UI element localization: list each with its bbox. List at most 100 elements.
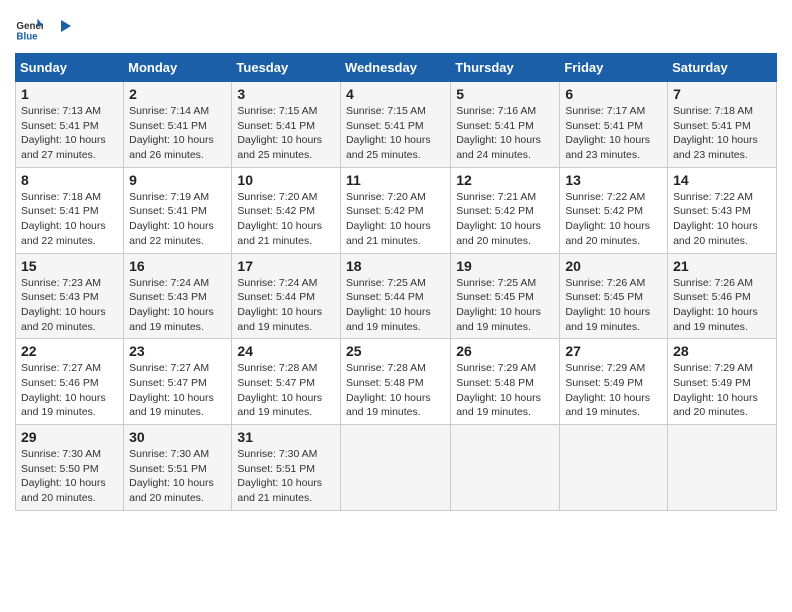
calendar-cell: 31 Sunrise: 7:30 AM Sunset: 5:51 PM Dayl… <box>232 425 341 511</box>
calendar-cell: 4 Sunrise: 7:15 AM Sunset: 5:41 PM Dayli… <box>340 82 450 168</box>
day-info: Sunrise: 7:27 AM Sunset: 5:47 PM Dayligh… <box>129 361 226 420</box>
day-info: Sunrise: 7:27 AM Sunset: 5:46 PM Dayligh… <box>21 361 118 420</box>
day-info: Sunrise: 7:24 AM Sunset: 5:44 PM Dayligh… <box>237 276 335 335</box>
calendar-cell: 20 Sunrise: 7:26 AM Sunset: 5:45 PM Dayl… <box>560 253 668 339</box>
page-header: General Blue <box>15 15 777 43</box>
calendar-cell: 23 Sunrise: 7:27 AM Sunset: 5:47 PM Dayl… <box>124 339 232 425</box>
day-info: Sunrise: 7:18 AM Sunset: 5:41 PM Dayligh… <box>673 104 771 163</box>
day-number: 19 <box>456 258 554 274</box>
calendar-cell: 1 Sunrise: 7:13 AM Sunset: 5:41 PM Dayli… <box>16 82 124 168</box>
calendar-cell: 13 Sunrise: 7:22 AM Sunset: 5:42 PM Dayl… <box>560 167 668 253</box>
day-number: 30 <box>129 429 226 445</box>
day-number: 25 <box>346 343 445 359</box>
day-number: 13 <box>565 172 662 188</box>
svg-text:Blue: Blue <box>16 32 38 43</box>
day-info: Sunrise: 7:24 AM Sunset: 5:43 PM Dayligh… <box>129 276 226 335</box>
weekday-header-row: SundayMondayTuesdayWednesdayThursdayFrid… <box>16 54 777 82</box>
day-info: Sunrise: 7:29 AM Sunset: 5:48 PM Dayligh… <box>456 361 554 420</box>
day-number: 4 <box>346 86 445 102</box>
weekday-header-thursday: Thursday <box>451 54 560 82</box>
day-number: 2 <box>129 86 226 102</box>
calendar-table: SundayMondayTuesdayWednesdayThursdayFrid… <box>15 53 777 511</box>
day-number: 15 <box>21 258 118 274</box>
day-number: 26 <box>456 343 554 359</box>
day-info: Sunrise: 7:17 AM Sunset: 5:41 PM Dayligh… <box>565 104 662 163</box>
day-info: Sunrise: 7:30 AM Sunset: 5:51 PM Dayligh… <box>237 447 335 506</box>
day-number: 5 <box>456 86 554 102</box>
day-info: Sunrise: 7:22 AM Sunset: 5:43 PM Dayligh… <box>673 190 771 249</box>
calendar-cell: 5 Sunrise: 7:16 AM Sunset: 5:41 PM Dayli… <box>451 82 560 168</box>
logo-flag-icon <box>49 18 71 40</box>
weekday-header-monday: Monday <box>124 54 232 82</box>
calendar-cell: 16 Sunrise: 7:24 AM Sunset: 5:43 PM Dayl… <box>124 253 232 339</box>
calendar-week-2: 8 Sunrise: 7:18 AM Sunset: 5:41 PM Dayli… <box>16 167 777 253</box>
calendar-cell: 14 Sunrise: 7:22 AM Sunset: 5:43 PM Dayl… <box>668 167 777 253</box>
calendar-cell: 27 Sunrise: 7:29 AM Sunset: 5:49 PM Dayl… <box>560 339 668 425</box>
calendar-cell: 26 Sunrise: 7:29 AM Sunset: 5:48 PM Dayl… <box>451 339 560 425</box>
day-info: Sunrise: 7:29 AM Sunset: 5:49 PM Dayligh… <box>565 361 662 420</box>
calendar-cell: 25 Sunrise: 7:28 AM Sunset: 5:48 PM Dayl… <box>340 339 450 425</box>
day-number: 14 <box>673 172 771 188</box>
day-number: 17 <box>237 258 335 274</box>
day-number: 8 <box>21 172 118 188</box>
calendar-cell: 22 Sunrise: 7:27 AM Sunset: 5:46 PM Dayl… <box>16 339 124 425</box>
calendar-cell: 28 Sunrise: 7:29 AM Sunset: 5:49 PM Dayl… <box>668 339 777 425</box>
calendar-cell: 29 Sunrise: 7:30 AM Sunset: 5:50 PM Dayl… <box>16 425 124 511</box>
calendar-week-3: 15 Sunrise: 7:23 AM Sunset: 5:43 PM Dayl… <box>16 253 777 339</box>
calendar-cell: 18 Sunrise: 7:25 AM Sunset: 5:44 PM Dayl… <box>340 253 450 339</box>
day-info: Sunrise: 7:21 AM Sunset: 5:42 PM Dayligh… <box>456 190 554 249</box>
weekday-header-sunday: Sunday <box>16 54 124 82</box>
day-number: 28 <box>673 343 771 359</box>
day-number: 7 <box>673 86 771 102</box>
day-number: 31 <box>237 429 335 445</box>
calendar-cell <box>451 425 560 511</box>
day-info: Sunrise: 7:28 AM Sunset: 5:47 PM Dayligh… <box>237 361 335 420</box>
day-number: 3 <box>237 86 335 102</box>
logo-icon: General Blue <box>15 15 43 43</box>
weekday-header-wednesday: Wednesday <box>340 54 450 82</box>
day-info: Sunrise: 7:14 AM Sunset: 5:41 PM Dayligh… <box>129 104 226 163</box>
calendar-cell <box>560 425 668 511</box>
calendar-cell: 6 Sunrise: 7:17 AM Sunset: 5:41 PM Dayli… <box>560 82 668 168</box>
calendar-week-5: 29 Sunrise: 7:30 AM Sunset: 5:50 PM Dayl… <box>16 425 777 511</box>
day-number: 21 <box>673 258 771 274</box>
day-number: 23 <box>129 343 226 359</box>
day-number: 6 <box>565 86 662 102</box>
calendar-week-4: 22 Sunrise: 7:27 AM Sunset: 5:46 PM Dayl… <box>16 339 777 425</box>
weekday-header-saturday: Saturday <box>668 54 777 82</box>
day-number: 22 <box>21 343 118 359</box>
day-number: 29 <box>21 429 118 445</box>
day-number: 16 <box>129 258 226 274</box>
calendar-cell: 19 Sunrise: 7:25 AM Sunset: 5:45 PM Dayl… <box>451 253 560 339</box>
calendar-cell: 17 Sunrise: 7:24 AM Sunset: 5:44 PM Dayl… <box>232 253 341 339</box>
day-number: 9 <box>129 172 226 188</box>
day-number: 10 <box>237 172 335 188</box>
calendar-cell: 12 Sunrise: 7:21 AM Sunset: 5:42 PM Dayl… <box>451 167 560 253</box>
calendar-cell: 11 Sunrise: 7:20 AM Sunset: 5:42 PM Dayl… <box>340 167 450 253</box>
calendar-cell: 21 Sunrise: 7:26 AM Sunset: 5:46 PM Dayl… <box>668 253 777 339</box>
calendar-cell: 9 Sunrise: 7:19 AM Sunset: 5:41 PM Dayli… <box>124 167 232 253</box>
day-info: Sunrise: 7:26 AM Sunset: 5:45 PM Dayligh… <box>565 276 662 335</box>
day-info: Sunrise: 7:26 AM Sunset: 5:46 PM Dayligh… <box>673 276 771 335</box>
day-info: Sunrise: 7:20 AM Sunset: 5:42 PM Dayligh… <box>346 190 445 249</box>
day-info: Sunrise: 7:23 AM Sunset: 5:43 PM Dayligh… <box>21 276 118 335</box>
calendar-cell: 30 Sunrise: 7:30 AM Sunset: 5:51 PM Dayl… <box>124 425 232 511</box>
calendar-cell: 15 Sunrise: 7:23 AM Sunset: 5:43 PM Dayl… <box>16 253 124 339</box>
day-info: Sunrise: 7:25 AM Sunset: 5:44 PM Dayligh… <box>346 276 445 335</box>
calendar-cell <box>340 425 450 511</box>
weekday-header-friday: Friday <box>560 54 668 82</box>
day-number: 24 <box>237 343 335 359</box>
day-info: Sunrise: 7:16 AM Sunset: 5:41 PM Dayligh… <box>456 104 554 163</box>
day-info: Sunrise: 7:15 AM Sunset: 5:41 PM Dayligh… <box>346 104 445 163</box>
day-number: 27 <box>565 343 662 359</box>
calendar-cell: 10 Sunrise: 7:20 AM Sunset: 5:42 PM Dayl… <box>232 167 341 253</box>
day-info: Sunrise: 7:15 AM Sunset: 5:41 PM Dayligh… <box>237 104 335 163</box>
day-info: Sunrise: 7:13 AM Sunset: 5:41 PM Dayligh… <box>21 104 118 163</box>
calendar-cell: 3 Sunrise: 7:15 AM Sunset: 5:41 PM Dayli… <box>232 82 341 168</box>
weekday-header-tuesday: Tuesday <box>232 54 341 82</box>
calendar-cell <box>668 425 777 511</box>
day-number: 11 <box>346 172 445 188</box>
day-number: 1 <box>21 86 118 102</box>
day-info: Sunrise: 7:19 AM Sunset: 5:41 PM Dayligh… <box>129 190 226 249</box>
day-info: Sunrise: 7:18 AM Sunset: 5:41 PM Dayligh… <box>21 190 118 249</box>
